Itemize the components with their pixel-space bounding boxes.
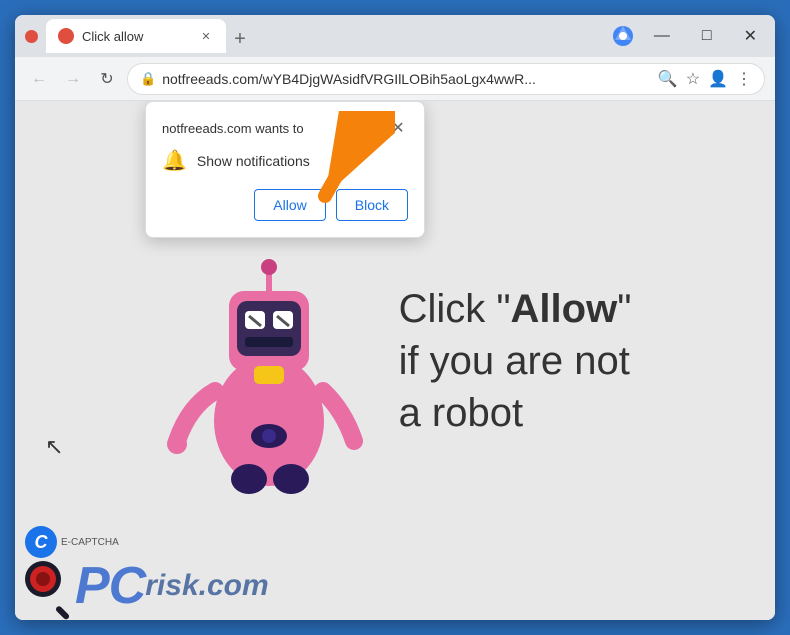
- pcrisk-suffix: risk.com: [145, 562, 268, 610]
- back-button[interactable]: ←: [25, 65, 53, 93]
- url-input[interactable]: 🔒 notfreeads.com/wYB4DjgWAsidfVRGIlLOBih…: [127, 63, 765, 95]
- bookmark-icon[interactable]: ☆: [686, 69, 700, 89]
- allow-text-bold: Allow: [511, 287, 618, 331]
- popup-site-text: notfreeads.com wants to: [162, 121, 304, 136]
- text-line-1: Click "Allow": [399, 283, 632, 335]
- tab-close-button[interactable]: ✕: [198, 28, 214, 44]
- content-area: notfreeads.com wants to ✕ 🔔 Show notific…: [15, 101, 775, 620]
- refresh-button[interactable]: ↻: [93, 65, 121, 93]
- lock-icon: 🔒: [140, 71, 156, 87]
- bell-icon: 🔔: [162, 148, 187, 173]
- ecaptcha-label: E-CAPTCHA: [61, 537, 119, 548]
- window-controls: [25, 30, 38, 43]
- new-tab-button[interactable]: +: [226, 25, 254, 53]
- pcrisk-magnifier: [25, 561, 75, 611]
- site-main: Click "Allow" if you are not a robot: [139, 191, 652, 531]
- url-bar: ← → ↻ 🔒 notfreeads.com/wYB4DjgWAsidfVRGI…: [15, 57, 775, 101]
- text-line-2: if you are not: [399, 335, 632, 387]
- chrome-profile-area: [612, 25, 634, 47]
- arrow-svg: [305, 111, 395, 211]
- forward-button[interactable]: →: [59, 65, 87, 93]
- menu-icon[interactable]: ⋮: [736, 69, 752, 89]
- profile-icon[interactable]: 👤: [708, 69, 728, 89]
- text-line-3: a robot: [399, 387, 632, 439]
- url-action-icons: 🔍 ☆ 👤 ⋮: [658, 69, 752, 89]
- search-icon[interactable]: 🔍: [658, 69, 678, 89]
- tab-bar: Click allow ✕ +: [46, 19, 604, 53]
- close-button[interactable]: ✕: [736, 24, 765, 48]
- browser-window: Click allow ✕ + — □ ✕ ← → ↻: [15, 15, 775, 620]
- window-action-controls: — □ ✕: [646, 24, 765, 48]
- bottom-branding: C E-CAPTCHA PC risk.com: [25, 526, 269, 612]
- active-tab[interactable]: Click allow ✕: [46, 19, 226, 53]
- arrow-indicator: [305, 111, 395, 216]
- pcrisk-logo-area: PC risk.com: [25, 560, 269, 612]
- title-bar: Click allow ✕ + — □ ✕: [15, 15, 775, 57]
- url-text: notfreeads.com/wYB4DjgWAsidfVRGIlLOBih5a…: [162, 71, 652, 87]
- popup-notification-text: Show notifications: [197, 153, 310, 169]
- close-window-button[interactable]: [25, 30, 38, 43]
- chrome-icon: [612, 25, 634, 47]
- pcrisk-text: PC: [75, 560, 145, 612]
- tab-title: Click allow: [82, 29, 190, 44]
- title-bar-controls: — □ ✕: [612, 24, 765, 48]
- ecaptcha-logo: C: [25, 526, 57, 558]
- click-text: Click ": [399, 287, 511, 331]
- tab-favicon: [58, 28, 74, 44]
- robot-illustration: [159, 211, 379, 511]
- maximize-button[interactable]: □: [694, 25, 720, 47]
- site-main-text: Click "Allow" if you are not a robot: [399, 283, 632, 439]
- quote-close: ": [617, 287, 631, 331]
- minimize-button[interactable]: —: [646, 25, 678, 47]
- mouse-cursor: ↖: [45, 434, 63, 460]
- ecaptcha-branding: C E-CAPTCHA: [25, 526, 119, 558]
- robot-svg: [159, 211, 379, 511]
